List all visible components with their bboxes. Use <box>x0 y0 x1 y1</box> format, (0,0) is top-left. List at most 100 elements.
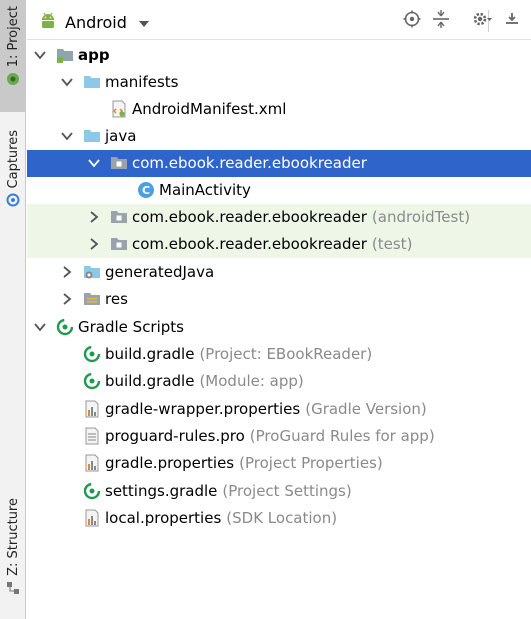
tree-item-text: gradle.properties (Project Properties) <box>105 454 383 472</box>
tree-item-label: AndroidManifest.xml <box>132 100 287 118</box>
settings-icon <box>472 10 492 32</box>
tree-item-label: local.properties <box>105 509 222 527</box>
tree-item-hint: (SDK Location) <box>226 509 338 527</box>
tree-item-text: AndroidManifest.xml <box>132 100 286 118</box>
gradle-file-icon <box>83 482 101 500</box>
tree-item-hint: (Project Settings) <box>222 482 352 500</box>
tree-item-text: local.properties (SDK Location) <box>105 509 337 527</box>
project-panel: Android app manifests AndroidManifest.xm… <box>27 0 531 619</box>
tree-item-hint: (Module: app) <box>199 372 304 390</box>
project-tab-label: 1: Project <box>5 6 21 68</box>
chevron-down-icon[interactable] <box>60 75 74 89</box>
tree-row-gradle-scripts[interactable]: Gradle Scripts <box>27 314 531 341</box>
project-icon <box>6 72 20 90</box>
chevron-right-icon[interactable] <box>60 292 74 306</box>
package-icon <box>110 235 128 253</box>
tree-item-text: build.gradle (Module: app) <box>105 372 304 390</box>
tree-item-text: build.gradle (Project: EBookReader) <box>105 345 372 363</box>
captures-tab-label: Captures <box>5 130 21 189</box>
tree-item-label: com.ebook.reader.ebookreader <box>132 235 367 253</box>
package-icon <box>110 154 128 172</box>
scroll-from-source-button[interactable] <box>401 10 423 32</box>
tree-item-text: proguard-rules.pro (ProGuard Rules for ap… <box>105 427 435 445</box>
folder-icon <box>83 73 101 91</box>
captures-tool-tab[interactable]: Captures <box>0 124 26 216</box>
folder-icon <box>83 127 101 145</box>
tree-item-label: com.ebook.reader.ebookreader <box>132 208 367 226</box>
tree-item-text: com.ebook.reader.ebookreader (androidTest… <box>132 208 470 226</box>
tree-item-label: app <box>78 46 110 64</box>
tree-item-text: com.ebook.reader.ebookreader <box>132 154 367 172</box>
tree-row-gradle-wrapper-properties-gradle-version[interactable]: gradle-wrapper.properties (Gradle Version… <box>27 396 531 423</box>
tree-item-text: MainActivity <box>159 181 251 199</box>
res-folder-icon <box>83 290 101 308</box>
project-tool-tab[interactable]: 1: Project <box>0 0 26 112</box>
tree-item-hint: (ProGuard Rules for app) <box>249 427 435 445</box>
tree-row-java[interactable]: java <box>27 123 531 150</box>
tree-item-label: proguard-rules.pro <box>105 427 245 445</box>
svg-text:C: C <box>142 184 150 197</box>
tree-row-com-ebook-reader-ebookreader-test[interactable]: com.ebook.reader.ebookreader (test) <box>27 231 531 258</box>
chevron-down-icon <box>138 13 149 31</box>
tree-item-text: com.ebook.reader.ebookreader (test) <box>132 235 412 253</box>
tree-row-settings-gradle-project-settings[interactable]: settings.gradle (Project Settings) <box>27 478 531 505</box>
gradle-icon <box>56 318 74 336</box>
tree-item-label: build.gradle <box>105 345 195 363</box>
tree-item-label: com.ebook.reader.ebookreader <box>132 154 367 172</box>
view-mode-label: Android <box>65 12 127 32</box>
tree-row-app[interactable]: app <box>27 42 531 69</box>
tree-row-androidmanifest-xml[interactable]: AndroidManifest.xml <box>27 96 531 123</box>
chevron-right-icon[interactable] <box>60 265 74 279</box>
tree-row-build-gradle-project-ebookreader[interactable]: build.gradle (Project: EBookReader) <box>27 341 531 368</box>
tree-row-local-properties-sdk-location[interactable]: local.properties (SDK Location) <box>27 505 531 532</box>
tree-item-label: generatedJava <box>105 263 215 281</box>
tree-row-com-ebook-reader-ebookreader-androidtest[interactable]: com.ebook.reader.ebookreader (androidTest… <box>27 204 531 231</box>
gradle-file-icon <box>83 345 101 363</box>
tree-row-mainactivity[interactable]: C MainActivity <box>27 177 531 204</box>
manifest-file-icon <box>110 100 128 118</box>
class-icon: C <box>137 181 155 199</box>
tree-item-text: res <box>105 290 128 308</box>
tree-item-text: generatedJava <box>105 263 214 281</box>
tree-item-label: MainActivity <box>159 181 251 199</box>
tree-item-text: gradle-wrapper.properties (Gradle Version… <box>105 400 427 418</box>
hide-button[interactable] <box>502 10 524 32</box>
captures-icon <box>6 193 20 211</box>
project-toolbar: Android <box>27 0 531 40</box>
scroll-from-source-icon <box>403 10 421 32</box>
structure-tool-tab[interactable]: Z: Structure <box>0 492 26 596</box>
tree-row-build-gradle-module-app[interactable]: build.gradle (Module: app) <box>27 368 531 395</box>
chevron-down-icon[interactable] <box>60 129 74 143</box>
tree-item-text: Gradle Scripts <box>78 318 184 336</box>
android-icon <box>39 11 57 33</box>
tree-item-text: manifests <box>105 73 179 91</box>
tree-row-proguard-rules-pro-proguard-rules-for-app[interactable]: proguard-rules.pro (ProGuard Rules for ap… <box>27 423 531 450</box>
tool-window-strip: 1: Project Captures Z: Structure <box>0 0 26 619</box>
tree-row-res[interactable]: res <box>27 286 531 313</box>
chevron-down-icon[interactable] <box>33 48 47 62</box>
tree-row-generatedjava[interactable]: generatedJava <box>27 259 531 286</box>
properties-file-icon <box>83 400 101 418</box>
gradle-file-icon <box>83 372 101 390</box>
collapse-all-icon <box>432 10 450 32</box>
tree-item-text: settings.gradle (Project Settings) <box>105 482 352 500</box>
tree-item-label: gradle.properties <box>105 454 235 472</box>
properties-file-icon <box>83 509 101 527</box>
tree-row-manifests[interactable]: manifests <box>27 69 531 96</box>
collapse-all-button[interactable] <box>430 10 452 32</box>
view-mode-dropdown[interactable]: Android <box>39 10 149 34</box>
hide-icon <box>504 10 522 32</box>
tree-row-gradle-properties-project-properties[interactable]: gradle.properties (Project Properties) <box>27 450 531 477</box>
tree-item-hint: (androidTest) <box>371 208 471 226</box>
chevron-down-icon[interactable] <box>87 156 101 170</box>
tree-item-label: settings.gradle <box>105 482 218 500</box>
chevron-down-icon[interactable] <box>33 320 47 334</box>
tree-item-label: java <box>105 127 137 145</box>
structure-tab-label: Z: Structure <box>5 498 21 576</box>
chevron-right-icon[interactable] <box>87 237 101 251</box>
tree-item-text: app <box>78 46 110 64</box>
settings-button[interactable] <box>471 10 493 32</box>
tree-item-label: gradle-wrapper.properties <box>105 400 301 418</box>
tree-row-com-ebook-reader-ebookreader[interactable]: com.ebook.reader.ebookreader <box>27 150 531 177</box>
chevron-right-icon[interactable] <box>87 210 101 224</box>
